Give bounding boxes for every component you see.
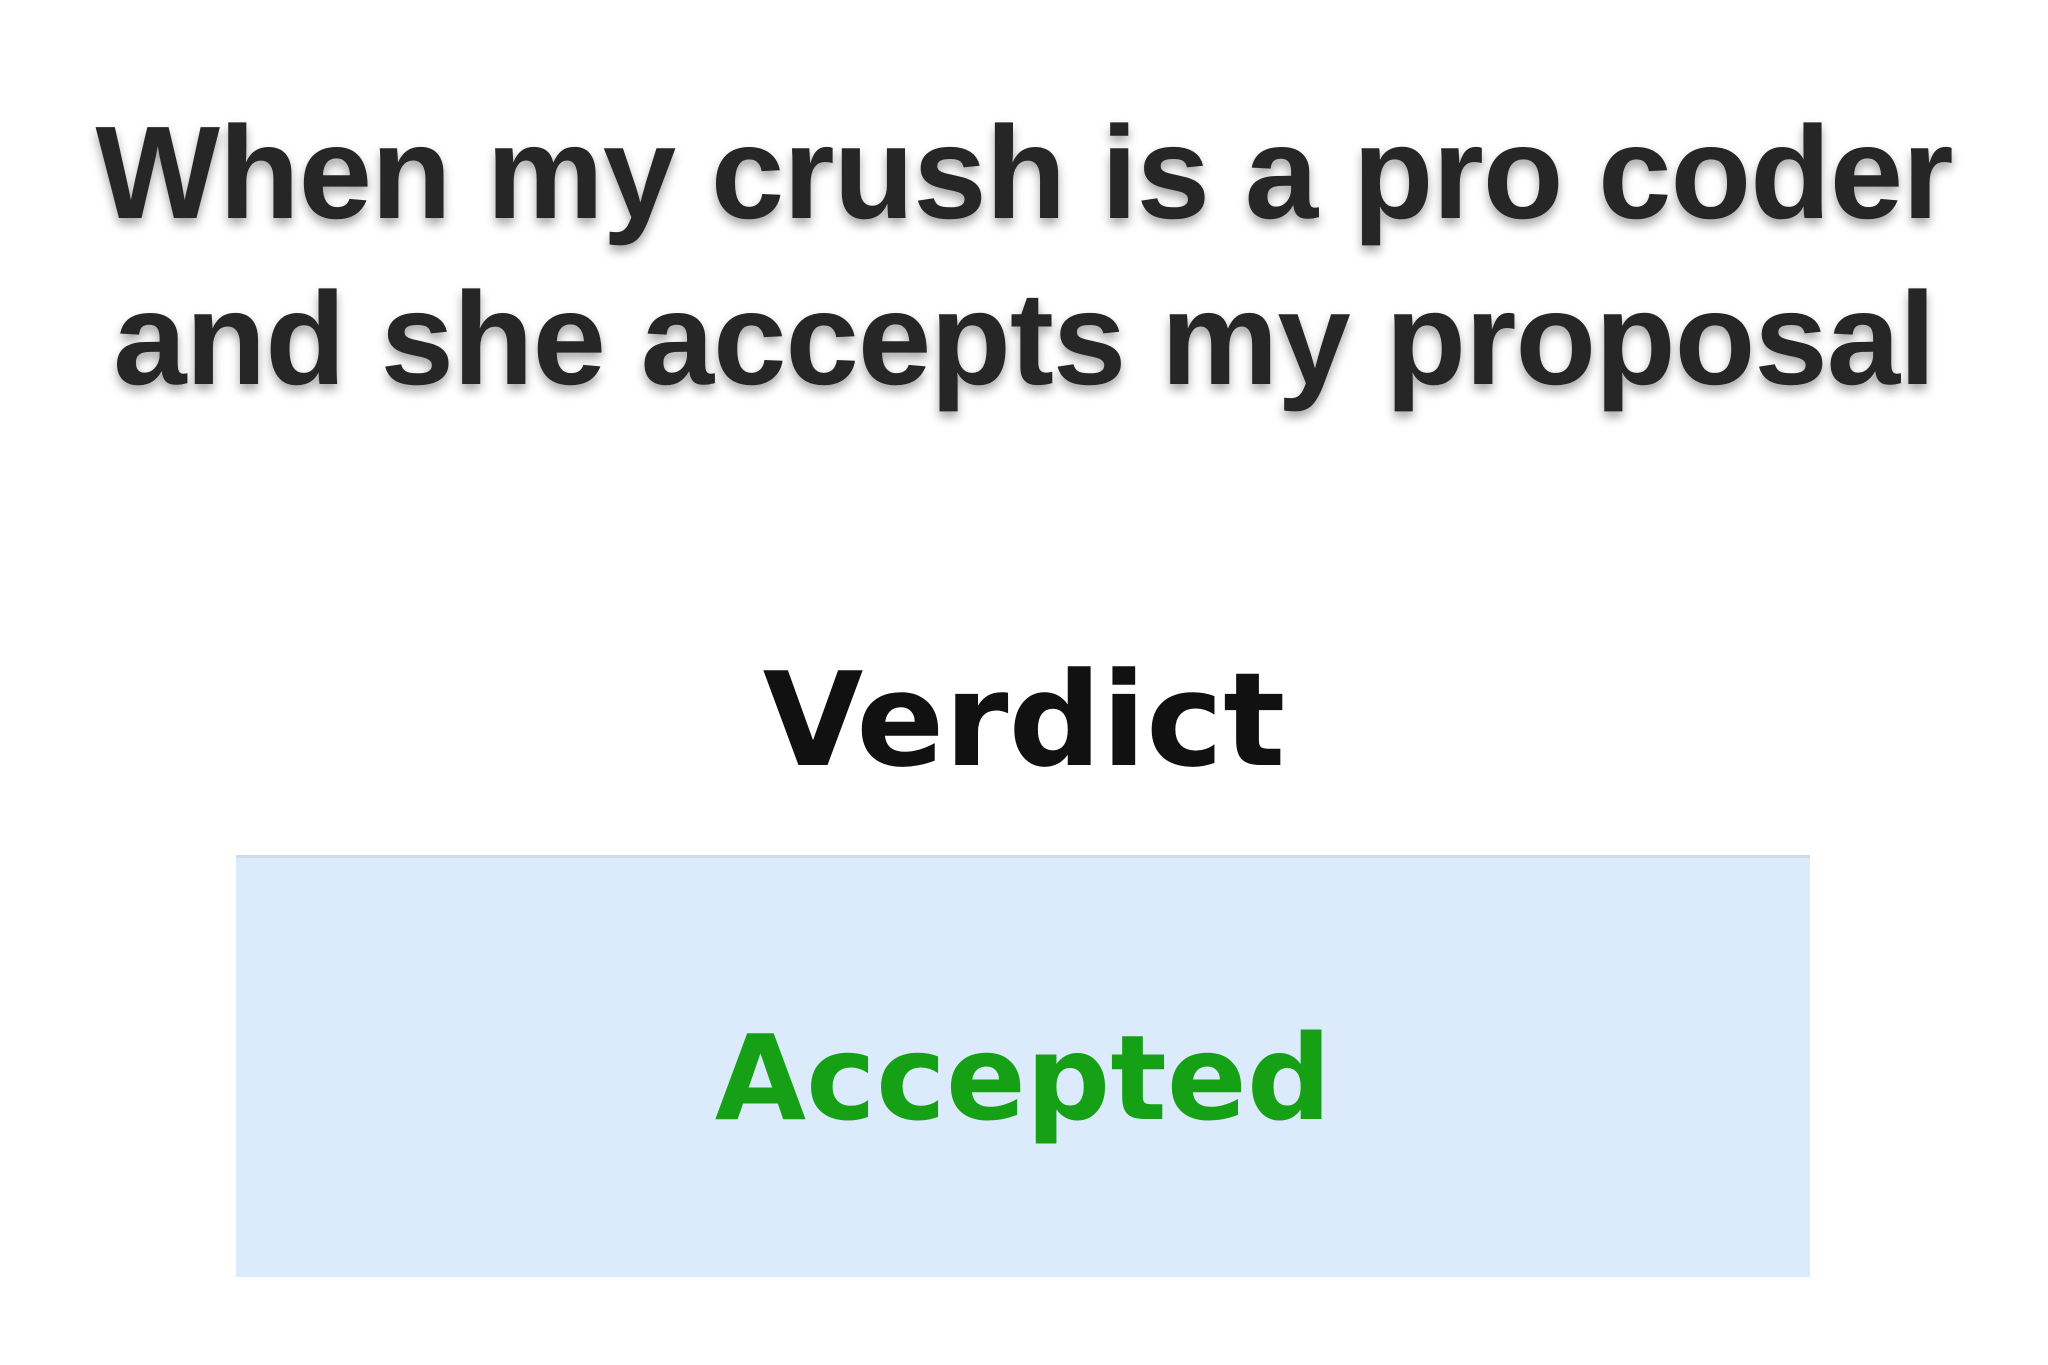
verdict-cell: Accepted (236, 855, 1810, 1277)
verdict-status-accepted: Accepted (714, 1008, 1332, 1147)
caption-line-2: and she accepts my proposal (113, 265, 1936, 412)
verdict-column-header: Verdict (762, 644, 1286, 796)
meme-caption: When my crush is a pro coder and she acc… (0, 90, 2048, 422)
caption-line-1: When my crush is a pro coder (95, 99, 1953, 246)
